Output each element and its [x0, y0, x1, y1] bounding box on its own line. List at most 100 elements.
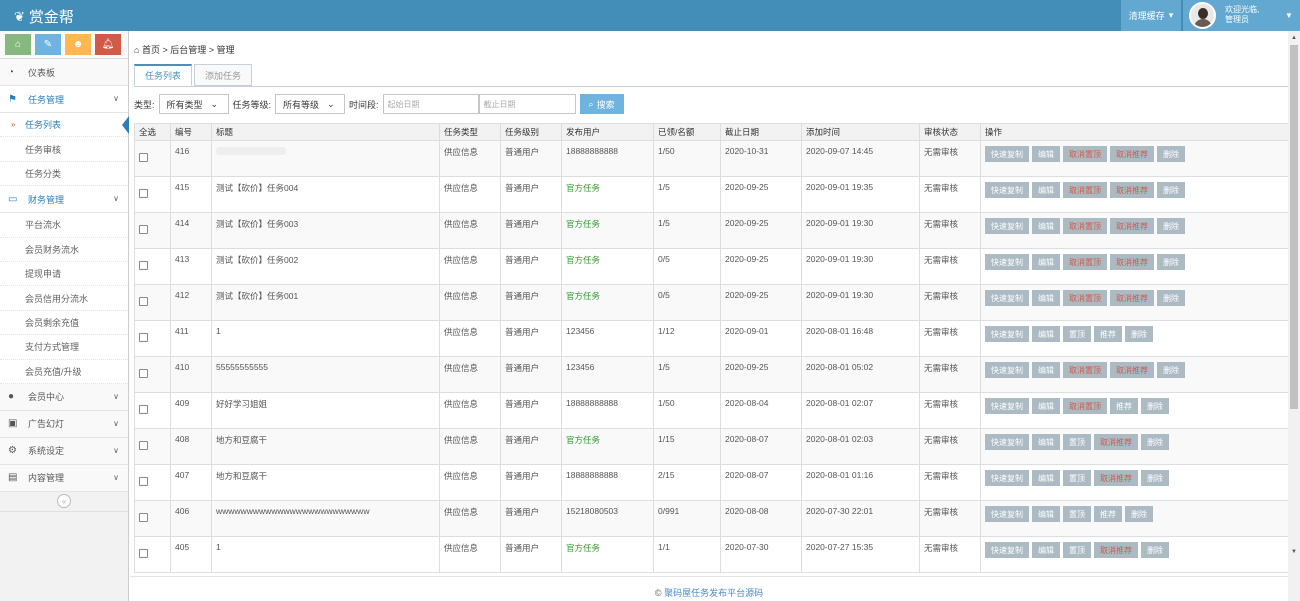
- action-button[interactable]: 删除: [1157, 290, 1185, 306]
- action-button[interactable]: 快速复制: [985, 362, 1029, 378]
- action-button[interactable]: 快速复制: [985, 398, 1029, 414]
- sidebar-item-withdraw[interactable]: 提现申请: [0, 261, 128, 287]
- action-button[interactable]: 删除: [1157, 182, 1185, 198]
- row-checkbox[interactable]: [139, 441, 148, 450]
- action-button[interactable]: 删除: [1141, 470, 1169, 486]
- action-button[interactable]: 编辑: [1032, 254, 1060, 270]
- action-button[interactable]: 快速复制: [985, 182, 1029, 198]
- action-button[interactable]: 编辑: [1032, 398, 1060, 414]
- sidebar-item-platform-flow[interactable]: 平台流水: [0, 213, 128, 238]
- search-button[interactable]: ⌕ 搜索: [579, 94, 624, 114]
- clear-cache-button[interactable]: 清理缓存 ▾: [1121, 0, 1181, 31]
- sidebar-item-task-mgmt[interactable]: ⚑ 任务管理 ∨: [0, 86, 128, 113]
- level-select[interactable]: 所有等级 ⌄: [275, 94, 346, 114]
- row-checkbox[interactable]: [139, 513, 148, 522]
- action-button[interactable]: 取消置顶: [1063, 218, 1107, 234]
- action-button[interactable]: 编辑: [1032, 362, 1060, 378]
- action-button[interactable]: 快速复制: [985, 326, 1029, 342]
- row-checkbox[interactable]: [139, 477, 148, 486]
- action-button[interactable]: 置顶: [1063, 434, 1091, 450]
- brand-logo[interactable]: ❦ 赏金帮: [14, 6, 74, 27]
- scrollbar-thumb[interactable]: [1290, 45, 1298, 409]
- pencil-shortcut-button[interactable]: ✎: [35, 34, 61, 55]
- action-button[interactable]: 置顶: [1063, 326, 1091, 342]
- action-button[interactable]: 编辑: [1032, 326, 1060, 342]
- sidebar-item-balance-recharge[interactable]: 会员剩余充值: [0, 310, 128, 336]
- action-button[interactable]: 快速复制: [985, 218, 1029, 234]
- sidebar-item-finance-mgmt[interactable]: ▭ 财务管理 ∨: [0, 186, 128, 214]
- action-button[interactable]: 取消推荐: [1094, 470, 1138, 486]
- sidebar-item-member-center[interactable]: ● 会员中心 ∨: [0, 383, 128, 411]
- action-button[interactable]: 删除: [1157, 254, 1185, 270]
- action-button[interactable]: 编辑: [1032, 542, 1060, 558]
- breadcrumb-home[interactable]: 首页: [142, 45, 160, 55]
- action-button[interactable]: 快速复制: [985, 470, 1029, 486]
- action-button[interactable]: 编辑: [1032, 434, 1060, 450]
- sidebar-item-task-category[interactable]: 任务分类: [0, 161, 128, 187]
- action-button[interactable]: 删除: [1141, 398, 1169, 414]
- row-checkbox[interactable]: [139, 189, 148, 198]
- action-button[interactable]: 快速复制: [985, 506, 1029, 522]
- action-button[interactable]: 取消置顶: [1063, 182, 1107, 198]
- action-button[interactable]: 快速复制: [985, 542, 1029, 558]
- action-button[interactable]: 置顶: [1063, 470, 1091, 486]
- action-button[interactable]: 取消推荐: [1094, 434, 1138, 450]
- row-checkbox[interactable]: [139, 297, 148, 306]
- row-checkbox[interactable]: [139, 333, 148, 342]
- action-button[interactable]: 删除: [1141, 542, 1169, 558]
- action-button[interactable]: 编辑: [1032, 506, 1060, 522]
- row-checkbox[interactable]: [139, 225, 148, 234]
- action-button[interactable]: 置顶: [1063, 542, 1091, 558]
- users-shortcut-button[interactable]: ☻: [65, 34, 91, 55]
- row-checkbox[interactable]: [139, 261, 148, 270]
- action-button[interactable]: 删除: [1125, 326, 1153, 342]
- action-button[interactable]: 快速复制: [985, 290, 1029, 306]
- action-button[interactable]: 取消置顶: [1063, 146, 1107, 162]
- breadcrumb-backend[interactable]: 后台管理: [170, 45, 206, 55]
- sidebar-item-ads[interactable]: ▣ 广告幻灯 ∨: [0, 410, 128, 438]
- action-button[interactable]: 快速复制: [985, 146, 1029, 162]
- tab-add-task[interactable]: 添加任务: [194, 64, 253, 86]
- sidebar-item-member-upgrade[interactable]: 会员充值/升级: [0, 359, 128, 384]
- sidebar-item-content-mgmt[interactable]: ▤ 内容管理 ∨: [0, 464, 128, 492]
- action-button[interactable]: 取消推荐: [1110, 290, 1154, 306]
- scroll-up-arrow-icon[interactable]: ▲: [1291, 35, 1297, 41]
- start-date-input[interactable]: 起始日期: [382, 94, 479, 114]
- action-button[interactable]: 推荐: [1110, 398, 1138, 414]
- action-button[interactable]: 取消推荐: [1094, 542, 1138, 558]
- action-button[interactable]: 编辑: [1032, 218, 1060, 234]
- sidebar-collapse-toggle[interactable]: «: [0, 492, 128, 512]
- sidebar-item-dashboard[interactable]: ◔ 仪表板: [0, 59, 128, 86]
- action-button[interactable]: 推荐: [1094, 506, 1122, 522]
- action-button[interactable]: 取消置顶: [1063, 290, 1107, 306]
- row-checkbox[interactable]: [139, 153, 148, 162]
- action-button[interactable]: 编辑: [1032, 470, 1060, 486]
- sidebar-item-settings[interactable]: ⚙ 系统设定 ∨: [0, 437, 128, 465]
- action-button[interactable]: 删除: [1141, 434, 1169, 450]
- footer-link[interactable]: 聚码屋任务发布平台源码: [664, 588, 763, 598]
- row-checkbox[interactable]: [139, 405, 148, 414]
- sidebar-item-member-finance[interactable]: 会员财务流水: [0, 237, 128, 262]
- type-select[interactable]: 所有类型 ⌄: [158, 94, 229, 114]
- sidebar-item-task-list[interactable]: » 任务列表: [0, 113, 129, 138]
- action-button[interactable]: 取消置顶: [1063, 254, 1107, 270]
- action-button[interactable]: 删除: [1157, 218, 1185, 234]
- action-button[interactable]: 取消推荐: [1110, 218, 1154, 234]
- row-checkbox[interactable]: [139, 549, 148, 558]
- action-button[interactable]: 编辑: [1032, 146, 1060, 162]
- action-button[interactable]: 取消推荐: [1110, 182, 1154, 198]
- end-date-input[interactable]: 截止日期: [478, 94, 576, 114]
- action-button[interactable]: 快速复制: [985, 434, 1029, 450]
- sidebar-item-credit-flow[interactable]: 会员信用分流水: [0, 286, 128, 311]
- action-button[interactable]: 取消推荐: [1110, 254, 1154, 270]
- user-menu[interactable]: 欢迎光临, 管理员 ▼: [1183, 0, 1300, 31]
- scroll-down-arrow-icon[interactable]: ▼: [1291, 549, 1297, 555]
- action-button[interactable]: 快速复制: [985, 254, 1029, 270]
- action-button[interactable]: 编辑: [1032, 290, 1060, 306]
- sidebar-item-task-review[interactable]: 任务审核: [0, 137, 128, 162]
- action-button[interactable]: 取消推荐: [1110, 362, 1154, 378]
- action-button[interactable]: 取消置顶: [1063, 398, 1107, 414]
- action-button[interactable]: 推荐: [1094, 326, 1122, 342]
- vertical-scrollbar[interactable]: ▲ ▼: [1288, 31, 1300, 601]
- action-button[interactable]: 删除: [1157, 362, 1185, 378]
